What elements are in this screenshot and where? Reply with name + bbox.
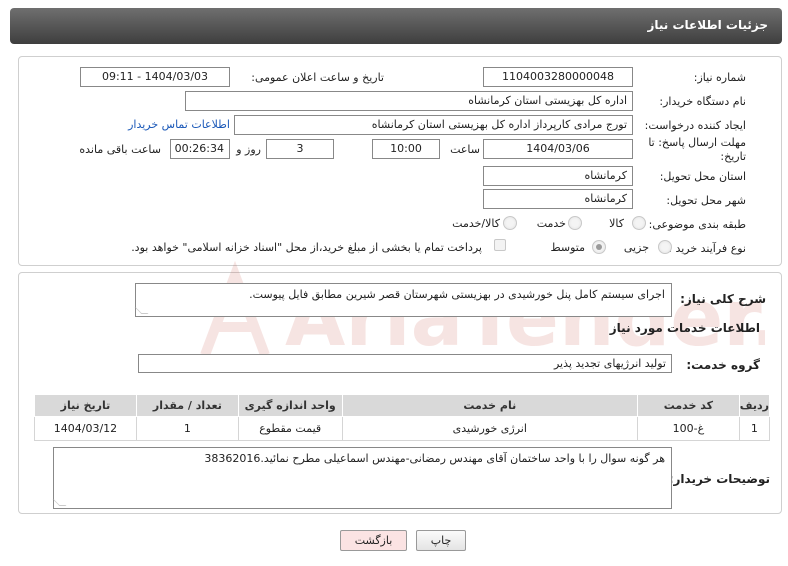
purchase-type-label: نوع فرآیند خرید : (668, 242, 746, 255)
service-group-label: گروه خدمت: (686, 358, 760, 372)
col-unit-header: واحد اندازه گیری (237, 394, 343, 417)
requester-label: ایجاد کننده درخواست: (644, 119, 746, 132)
quantity-cell: 1 (135, 416, 239, 441)
days-remaining-field: 3 (266, 139, 334, 159)
province-label: استان محل تحویل: (659, 170, 746, 183)
col-qty-header: تعداد / مقدار (135, 394, 239, 417)
row-number-cell: 1 (738, 416, 771, 441)
announce-datetime-field: 1404/03/03 - 09:11 (80, 67, 230, 87)
buyer-contact-link[interactable]: اطلاعات تماس خریدار (128, 118, 230, 131)
category-service-radio[interactable] (568, 216, 582, 230)
category-service-label: خدمت (536, 217, 566, 230)
buyer-notes-textarea[interactable]: هر گونه سوال را با واحد ساختمان آقای مهن… (52, 447, 672, 509)
need-date-cell: 1404/03/12 (34, 416, 137, 441)
print-button[interactable]: چاپ (416, 530, 466, 551)
category-goods-service-radio[interactable] (503, 216, 517, 230)
deadline-date-field: 1404/03/06 (483, 139, 633, 159)
buyer-org-label: نام دستگاه خریدار: (659, 95, 746, 108)
page-header: جزئیات اطلاعات نیاز (10, 8, 782, 44)
summary-text: اجرای سیستم کامل پنل خورشیدی در بهزیستی … (249, 288, 665, 301)
category-goods-service-label: کالا/خدمت (452, 217, 500, 230)
treasury-payment-checkbox[interactable] (494, 239, 506, 251)
service-code-cell: غ-100 (636, 416, 740, 441)
purchase-medium-label: متوسط (550, 241, 585, 254)
purchase-minor-label: جزیی (623, 241, 649, 254)
summary-textarea[interactable]: اجرای سیستم کامل پنل خورشیدی در بهزیستی … (134, 283, 672, 317)
resize-grip-icon[interactable] (134, 307, 149, 314)
table-row: 1 غ-100 انرژی خورشیدی قیمت مقطوع 1 1404/… (34, 416, 771, 441)
announce-datetime-label: تاریخ و ساعت اعلان عمومی: (251, 71, 384, 84)
summary-label: شرح کلی نیاز: (680, 292, 766, 306)
city-label: شهر محل تحویل: (666, 194, 746, 207)
time-remaining-field: 00:26:34 (170, 139, 230, 159)
service-name-cell: انرژی خورشیدی (341, 416, 638, 441)
buyer-org-field: اداره کل بهزیستی استان کرمانشاه (185, 91, 633, 111)
services-section-title: اطلاعات خدمات مورد نیاز (609, 321, 760, 335)
table-header-row: ردیف کد خدمت نام خدمت واحد اندازه گیری ت… (34, 394, 771, 417)
category-label: طبقه بندی موضوعی: (648, 218, 746, 231)
col-name-header: نام خدمت (341, 394, 638, 417)
days-label: روز و (236, 143, 261, 156)
deadline-time-label: ساعت (450, 143, 480, 156)
city-field: کرمانشاه (483, 189, 633, 209)
category-goods-radio[interactable] (632, 216, 646, 230)
treasury-payment-note: پرداخت تمام یا بخشی از مبلغ خرید،از محل … (131, 241, 482, 254)
province-field: کرمانشاه (483, 166, 633, 186)
resize-grip-icon[interactable] (52, 499, 67, 506)
time-remaining-label: ساعت باقی مانده (79, 143, 161, 156)
purchase-minor-radio[interactable] (658, 240, 672, 254)
page-title: جزئیات اطلاعات نیاز (647, 18, 768, 32)
need-number-label: شماره نیاز: (693, 71, 746, 84)
category-goods-label: کالا (609, 217, 624, 230)
buyer-notes-text: هر گونه سوال را با واحد ساختمان آقای مهن… (204, 452, 665, 465)
deadline-time-field: 10:00 (372, 139, 440, 159)
services-table: ردیف کد خدمت نام خدمت واحد اندازه گیری ت… (34, 394, 771, 441)
col-date-header: تاریخ نیاز (34, 394, 137, 417)
buyer-notes-label: توضیحات خریدار: (668, 472, 770, 486)
unit-cell: قیمت مقطوع (237, 416, 343, 441)
back-button[interactable]: بازگشت (340, 530, 407, 551)
need-number-field: 1104003280000048 (483, 67, 633, 87)
purchase-medium-radio[interactable] (592, 240, 606, 254)
deadline-label: مهلت ارسال پاسخ: تا تاریخ: (648, 136, 746, 163)
col-row-header: ردیف (738, 394, 771, 417)
requester-field: تورج مرادی کارپرداز اداره کل بهزیستی است… (234, 115, 633, 135)
service-group-field: تولید انرژیهای تجدید پذیر (138, 354, 672, 373)
col-code-header: کد خدمت (636, 394, 740, 417)
